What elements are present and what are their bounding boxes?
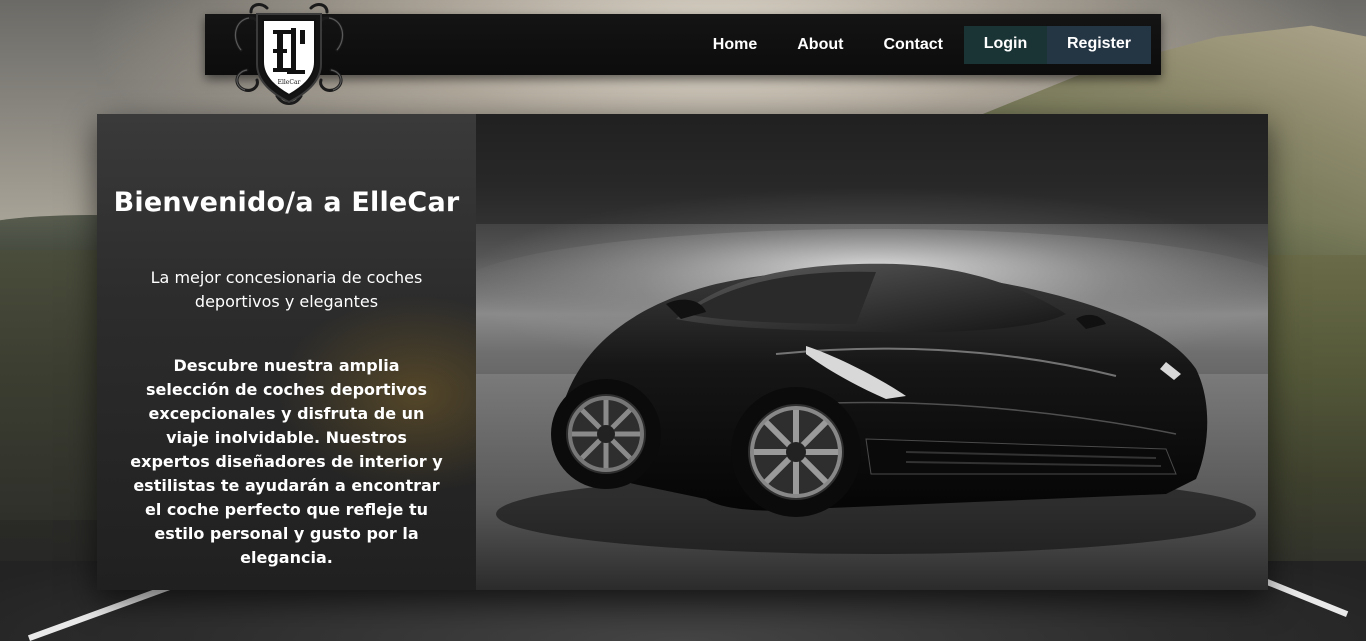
hero-section: Bienvenido/a a ElleCar La mejor concesio… bbox=[97, 114, 1268, 590]
nav-link-about[interactable]: About bbox=[777, 26, 863, 64]
crest-icon: ElleCar bbox=[233, 3, 345, 105]
hero-subtitle: La mejor concesionaria de coches deporti… bbox=[150, 268, 423, 311]
logo-wordmark: ElleCar bbox=[278, 79, 301, 86]
nav-links: Home About Contact Login Register bbox=[693, 26, 1151, 64]
page: Home About Contact Login Register ElleCa… bbox=[0, 0, 1366, 641]
hero-title: Bienvenido/a a ElleCar bbox=[113, 187, 460, 218]
hero-description: Descubre nuestra amplia selección de coc… bbox=[130, 356, 443, 567]
hero-text-panel: Bienvenido/a a ElleCar La mejor concesio… bbox=[97, 114, 476, 590]
nav-link-home[interactable]: Home bbox=[693, 26, 777, 64]
hero-car-image bbox=[476, 114, 1268, 590]
background-field-right bbox=[1266, 255, 1366, 575]
sports-car-illustration bbox=[476, 114, 1268, 590]
register-button[interactable]: Register bbox=[1047, 26, 1151, 64]
brand-logo[interactable]: ElleCar bbox=[227, 0, 351, 110]
login-button[interactable]: Login bbox=[964, 26, 1047, 64]
background-field-left bbox=[0, 250, 110, 520]
nav-link-contact[interactable]: Contact bbox=[863, 26, 963, 64]
